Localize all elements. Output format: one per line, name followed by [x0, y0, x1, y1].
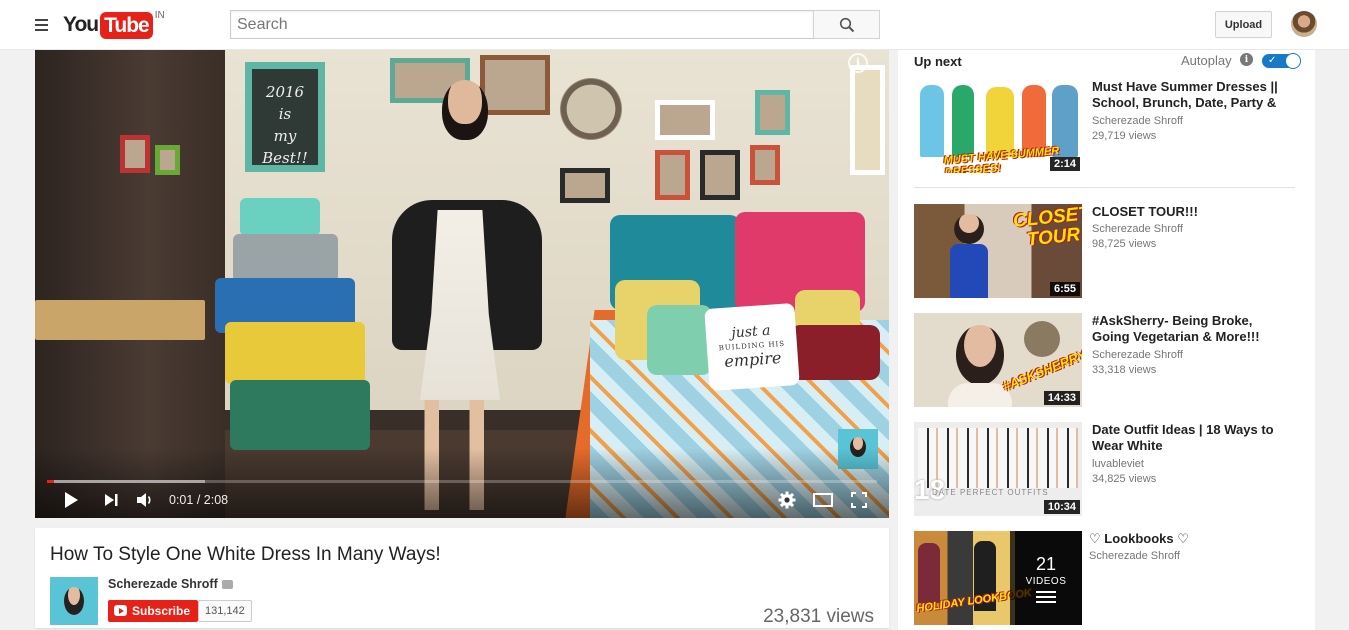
channel-avatar[interactable] [50, 577, 98, 625]
info-icon[interactable]: i [1240, 53, 1253, 66]
playlist-icon [1036, 590, 1056, 603]
recommended-video[interactable]: MUST HAVE SUMMER DRESSES! 2:14 Must Have… [914, 79, 1299, 173]
recommended-video[interactable]: #ASKSHERRY 14:33 #AskSherry- Being Broke… [914, 313, 1299, 407]
autoplay-toggle[interactable]: ✓ [1262, 53, 1301, 69]
playlist-thumbnail[interactable]: HOLIDAY LOOKBOOK 21 VIDEOS [914, 531, 1082, 625]
gear-icon [778, 491, 796, 509]
channel-name: Scherezade Shroff [1092, 349, 1183, 361]
fullscreen-icon [851, 492, 867, 508]
mute-button[interactable] [134, 490, 156, 510]
view-count: 33,318 views [1092, 364, 1157, 376]
section-divider [914, 187, 1295, 188]
recommended-video[interactable]: CLOSET TOUR 6:55 CLOSET TOUR!!! Schereza… [914, 204, 1299, 298]
search-button[interactable] [813, 10, 880, 39]
play-button[interactable] [60, 490, 82, 510]
video-duration: 2:14 [1049, 157, 1080, 171]
person-in-white-dress [392, 170, 542, 410]
upload-button[interactable]: Upload [1215, 11, 1272, 38]
search-box [230, 10, 814, 39]
video-thumbnail[interactable]: #ASKSHERRY 14:33 [914, 313, 1082, 407]
channel-name: luvableviet [1092, 458, 1144, 470]
channel-name: Scherezade Shroff [1092, 115, 1183, 127]
autoplay-label: Autoplay [1181, 53, 1232, 68]
view-count: 23,831 views [763, 606, 874, 627]
view-count: 98,725 views [1092, 238, 1157, 250]
video-thumbnail[interactable]: 18 DATE PERFECT OUTFITS 10:34 [914, 422, 1082, 516]
account-avatar[interactable] [1291, 11, 1317, 37]
checkmark-icon: ✓ [1268, 55, 1277, 66]
volume-icon [137, 493, 151, 507]
recommended-playlist[interactable]: HOLIDAY LOOKBOOK 21 VIDEOS ♡ Lookbooks ♡… [914, 531, 1299, 625]
fullscreen-button[interactable] [848, 490, 870, 510]
channel-name: Scherezade Shroff [1092, 223, 1183, 235]
progress-loaded [47, 480, 205, 483]
masthead: You Tube IN Upload [0, 0, 1349, 50]
settings-button[interactable] [776, 490, 798, 510]
hamburger-icon [35, 19, 48, 21]
search-icon [839, 17, 854, 32]
logo-tube-text: Tube [100, 12, 153, 39]
playlist-overlay: 21 VIDEOS [1010, 531, 1082, 625]
video-title[interactable]: Date Outfit Ideas | 18 Ways to Wear Whit… [1092, 422, 1292, 454]
video-title[interactable]: Must Have Summer Dresses || School, Brun… [1092, 79, 1292, 111]
progress-bar[interactable] [47, 480, 877, 483]
next-button[interactable] [100, 490, 122, 510]
verified-badge-icon [221, 580, 233, 589]
video-duration: 6:55 [1049, 282, 1080, 296]
playlist-title[interactable]: ♡ Lookbooks ♡ [1089, 531, 1289, 547]
subscribe-button[interactable]: Subscribe [108, 600, 199, 622]
guide-menu-button[interactable] [30, 15, 50, 35]
play-icon [65, 492, 78, 508]
subscriber-count: 131,142 [198, 600, 252, 622]
printed-pillow: just a BUILDING HIS empire [704, 302, 800, 392]
search-input[interactable] [231, 11, 813, 38]
wall-chalkboard: 2016 is my Best!! [245, 62, 325, 172]
video-title[interactable]: #AskSherry- Being Broke, Going Vegetaria… [1092, 313, 1292, 345]
recommended-video[interactable]: 18 DATE PERFECT OUTFITS 10:34 Date Outfi… [914, 422, 1299, 516]
channel-name: Scherezade Shroff [1089, 550, 1180, 562]
logo-country-code: IN [154, 10, 165, 21]
view-count: 29,719 views [1092, 130, 1157, 142]
info-card-icon[interactable]: i [848, 53, 868, 73]
video-title[interactable]: CLOSET TOUR!!! [1092, 204, 1292, 220]
video-duration: 10:34 [1043, 500, 1080, 514]
youtube-logo[interactable]: You Tube IN [63, 10, 165, 40]
time-display: 0:01 / 2:08 [169, 493, 229, 507]
theater-mode-button[interactable] [811, 490, 835, 510]
next-icon [105, 494, 118, 506]
logo-you-text: You [63, 13, 99, 36]
video-thumbnail[interactable]: MUST HAVE SUMMER DRESSES! 2:14 [914, 79, 1082, 173]
progress-played [47, 480, 54, 483]
watch-sidebar: Up next Autoplay i ✓ MUST HAVE SUMMER DR… [898, 50, 1315, 630]
video-title: How To Style One White Dress In Many Way… [50, 544, 441, 565]
video-player[interactable]: 2016 is my Best!! just a BUILDING HIS em… [35, 50, 889, 518]
channel-name-link[interactable]: Scherezade Shroff [108, 577, 233, 591]
video-info-panel: How To Style One White Dress In Many Way… [35, 528, 889, 628]
view-count: 34,825 views [1092, 473, 1157, 485]
video-thumbnail[interactable]: CLOSET TOUR 6:55 [914, 204, 1082, 298]
wall-clock [560, 78, 622, 140]
video-duration: 14:33 [1043, 391, 1080, 405]
theater-mode-icon [813, 493, 833, 507]
up-next-heading: Up next [914, 54, 962, 69]
